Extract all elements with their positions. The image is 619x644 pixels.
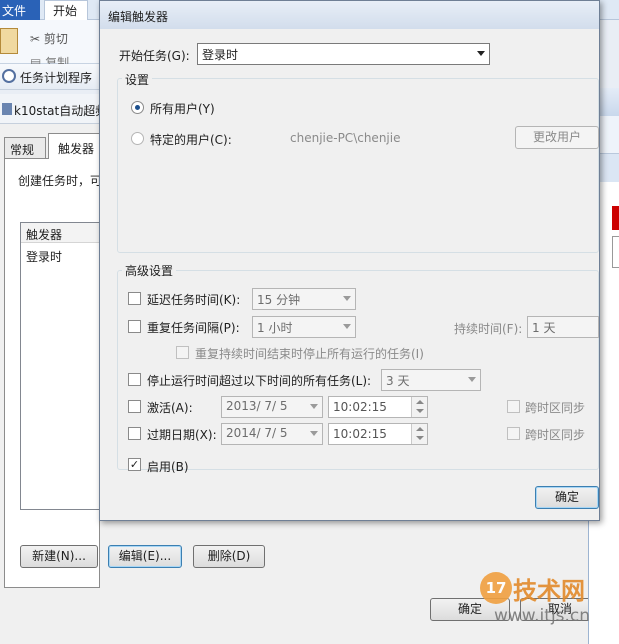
start-tab[interactable]: 开始	[44, 0, 88, 20]
settings-group-label: 设置	[122, 71, 153, 88]
chevron-down-icon	[477, 51, 485, 56]
red-heading	[612, 206, 619, 230]
create-hint-text: 创建任务时，可	[18, 174, 100, 188]
duration-label: 持续时间(F):	[454, 322, 523, 336]
duration-value: 1 天	[532, 321, 556, 335]
tab-general[interactable]: 常规	[4, 137, 46, 159]
user-value: chenjie-PC\chenjie	[290, 131, 401, 145]
stop-repeat-checkbox[interactable]	[176, 346, 189, 359]
activate-sync-checkbox[interactable]	[507, 400, 520, 413]
repeat-checkbox[interactable]	[128, 320, 141, 333]
delay-select[interactable]: 15 分钟	[252, 288, 356, 310]
watermark-text: 技术网	[513, 577, 585, 605]
activate-time: 10:02:15	[333, 400, 387, 414]
chevron-down-icon	[343, 296, 351, 301]
trigger-list-header[interactable]: 触发器	[21, 223, 100, 243]
delay-value: 15 分钟	[257, 293, 301, 307]
cut-button[interactable]: ✂ 剪切	[30, 30, 68, 47]
enabled-checkbox[interactable]: ✓	[128, 458, 141, 471]
stop-longer-label: 停止运行时间超过以下时间的所有任务(L):	[147, 374, 372, 388]
chevron-down-icon	[468, 377, 476, 382]
begin-task-label: 开始任务(G):	[119, 49, 190, 63]
watermark-logo: 17	[480, 572, 512, 604]
file-tab[interactable]: 文件	[0, 0, 40, 20]
clock-icon	[2, 69, 16, 83]
stop-longer-select[interactable]: 3 天	[381, 369, 481, 391]
all-users-radio[interactable]	[131, 101, 144, 114]
change-user-button[interactable]: 更改用户	[515, 126, 599, 149]
activate-checkbox[interactable]	[128, 400, 141, 413]
begin-task-select[interactable]: 登录时	[197, 43, 490, 65]
chevron-down-icon	[343, 324, 351, 329]
stop-longer-value: 3 天	[386, 374, 410, 388]
activate-date: 2013/ 7/ 5	[226, 399, 288, 413]
edit-trigger-button[interactable]: 编辑(E)...	[108, 545, 182, 568]
delay-checkbox[interactable]	[128, 292, 141, 305]
activate-date-picker[interactable]: 2013/ 7/ 5	[221, 396, 323, 418]
stop-repeat-label: 重复持续时间结束时停止所有运行的任务(I)	[195, 347, 424, 361]
expire-time: 10:02:15	[333, 427, 387, 441]
enabled-label: 启用(B)	[147, 460, 189, 474]
activate-time-spinner[interactable]: 10:02:15	[328, 396, 428, 418]
spin-arrows-icon[interactable]	[411, 397, 427, 417]
expire-sync-checkbox[interactable]	[507, 427, 520, 440]
expire-time-spinner[interactable]: 10:02:15	[328, 423, 428, 445]
repeat-select[interactable]: 1 小时	[252, 316, 356, 338]
activate-sync-label: 跨时区同步	[525, 401, 586, 415]
chevron-down-icon	[310, 431, 318, 436]
delete-trigger-button[interactable]: 删除(D)	[193, 545, 265, 568]
begin-task-value: 登录时	[202, 48, 239, 62]
dialog-ok-button[interactable]: 确定	[535, 486, 599, 509]
duration-select[interactable]: 1 天	[527, 316, 599, 338]
expire-checkbox[interactable]	[128, 427, 141, 440]
expire-sync-label: 跨时区同步	[525, 428, 586, 442]
repeat-value: 1 小时	[257, 321, 293, 335]
specific-user-label: 特定的用户(C):	[150, 133, 232, 147]
advanced-group-label: 高级设置	[122, 262, 177, 279]
new-trigger-button[interactable]: 新建(N)...	[20, 545, 98, 568]
expire-label: 过期日期(X):	[147, 428, 217, 442]
dialog-title: 编辑触发器	[100, 1, 599, 29]
scissors-icon: ✂	[30, 32, 44, 46]
task-icon	[2, 103, 12, 115]
background-input[interactable]	[612, 236, 619, 268]
activate-label: 激活(A):	[147, 401, 193, 415]
chevron-down-icon	[310, 404, 318, 409]
repeat-label: 重复任务间隔(P):	[147, 321, 240, 335]
cut-label: 剪切	[43, 32, 68, 46]
watermark-url: www.itjs.cn	[494, 606, 591, 626]
stop-longer-checkbox[interactable]	[128, 373, 141, 386]
paste-icon[interactable]	[0, 28, 18, 54]
specific-user-radio[interactable]	[131, 132, 144, 145]
tab-triggers[interactable]: 触发器	[48, 133, 100, 159]
all-users-label: 所有用户(Y)	[150, 102, 215, 116]
task-window-title: k10stat自动超频	[0, 94, 100, 124]
spin-arrows-icon[interactable]	[411, 424, 427, 444]
trigger-list[interactable]	[20, 222, 100, 510]
expire-date: 2014/ 7/ 5	[226, 426, 288, 440]
expire-date-picker[interactable]: 2014/ 7/ 5	[221, 423, 323, 445]
delay-label: 延迟任务时间(K):	[147, 293, 241, 307]
trigger-row[interactable]: 登录时	[26, 248, 62, 265]
